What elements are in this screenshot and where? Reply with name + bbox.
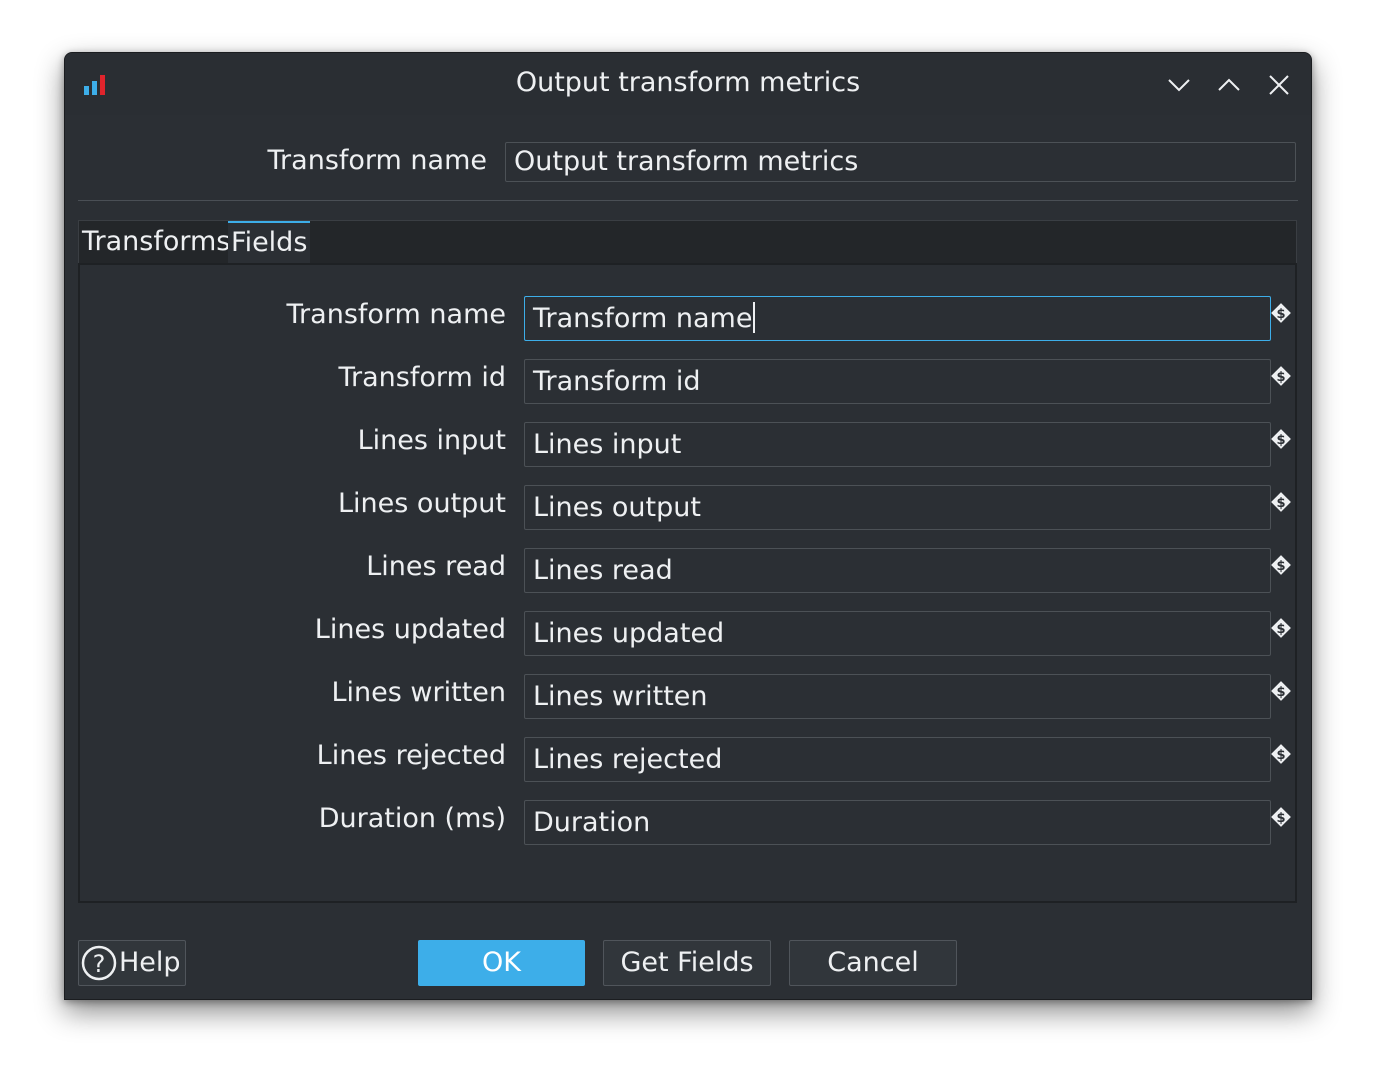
dialog-window: Output transform metrics Transform name … xyxy=(64,52,1312,1000)
variable-icon[interactable]: $ xyxy=(1270,554,1292,576)
variable-icon[interactable]: $ xyxy=(1270,617,1292,639)
variable-icon[interactable]: $ xyxy=(1270,302,1292,324)
tab-bar: Transforms Fields xyxy=(78,220,1297,264)
svg-text:$: $ xyxy=(1276,433,1285,448)
variable-icon[interactable]: $ xyxy=(1270,491,1292,513)
svg-text:$: $ xyxy=(1276,370,1285,385)
field-label-transform-id: Transform id xyxy=(338,362,506,393)
field-label-lines-written: Lines written xyxy=(331,677,507,708)
lines-output-field[interactable]: Lines output xyxy=(524,485,1271,530)
svg-text:$: $ xyxy=(1276,811,1285,826)
field-label-transform-name: Transform name xyxy=(286,299,506,330)
text-caret xyxy=(753,302,756,333)
lines-rejected-field[interactable]: Lines rejected xyxy=(524,737,1271,782)
transform-name-field[interactable]: Transform name xyxy=(524,296,1271,341)
lines-updated-field[interactable]: Lines updated xyxy=(524,611,1271,656)
variable-icon[interactable]: $ xyxy=(1270,428,1292,450)
separator xyxy=(78,200,1298,201)
field-label-lines-read: Lines read xyxy=(366,551,506,582)
field-value: Transform name xyxy=(533,303,753,334)
lines-written-field[interactable]: Lines written xyxy=(524,674,1271,719)
window-title: Output transform metrics xyxy=(515,67,861,98)
ok-button[interactable]: OK xyxy=(418,940,585,986)
title-bar[interactable]: Output transform metrics xyxy=(65,53,1311,115)
svg-text:$: $ xyxy=(1276,622,1285,637)
field-label-lines-rejected: Lines rejected xyxy=(316,740,506,771)
chevron-up-icon[interactable] xyxy=(1215,71,1243,99)
variable-icon[interactable]: $ xyxy=(1270,743,1292,765)
tab-fields[interactable]: Fields xyxy=(228,221,311,264)
transform-name-label: Transform name xyxy=(267,145,487,176)
lines-read-field[interactable]: Lines read xyxy=(524,548,1271,593)
svg-text:$: $ xyxy=(1276,496,1285,511)
svg-text:$: $ xyxy=(1276,307,1285,322)
field-label-lines-updated: Lines updated xyxy=(314,614,506,645)
svg-text:?: ? xyxy=(93,950,106,978)
help-button[interactable]: ? Help xyxy=(78,940,186,986)
transform-id-field[interactable]: Transform id xyxy=(524,359,1271,404)
variable-icon[interactable]: $ xyxy=(1270,680,1292,702)
close-icon[interactable] xyxy=(1265,71,1293,99)
field-label-duration: Duration (ms) xyxy=(318,803,506,834)
variable-icon[interactable]: $ xyxy=(1270,365,1292,387)
cancel-button[interactable]: Cancel xyxy=(789,940,957,986)
get-fields-button[interactable]: Get Fields xyxy=(603,940,771,986)
fields-tab-panel: Transform name Transform name $ Transfor… xyxy=(78,263,1297,903)
field-label-lines-input: Lines input xyxy=(357,425,506,456)
help-circle-icon: ? xyxy=(81,945,117,995)
chevron-down-icon[interactable] xyxy=(1165,71,1193,99)
variable-icon[interactable]: $ xyxy=(1270,806,1292,828)
svg-text:$: $ xyxy=(1276,559,1285,574)
transform-name-input[interactable]: Output transform metrics xyxy=(505,142,1296,182)
field-label-lines-output: Lines output xyxy=(338,488,506,519)
svg-text:$: $ xyxy=(1276,748,1285,763)
tab-transforms[interactable]: Transforms xyxy=(82,221,230,264)
svg-text:$: $ xyxy=(1276,685,1285,700)
help-label: Help xyxy=(119,947,181,978)
lines-input-field[interactable]: Lines input xyxy=(524,422,1271,467)
duration-field[interactable]: Duration xyxy=(524,800,1271,845)
